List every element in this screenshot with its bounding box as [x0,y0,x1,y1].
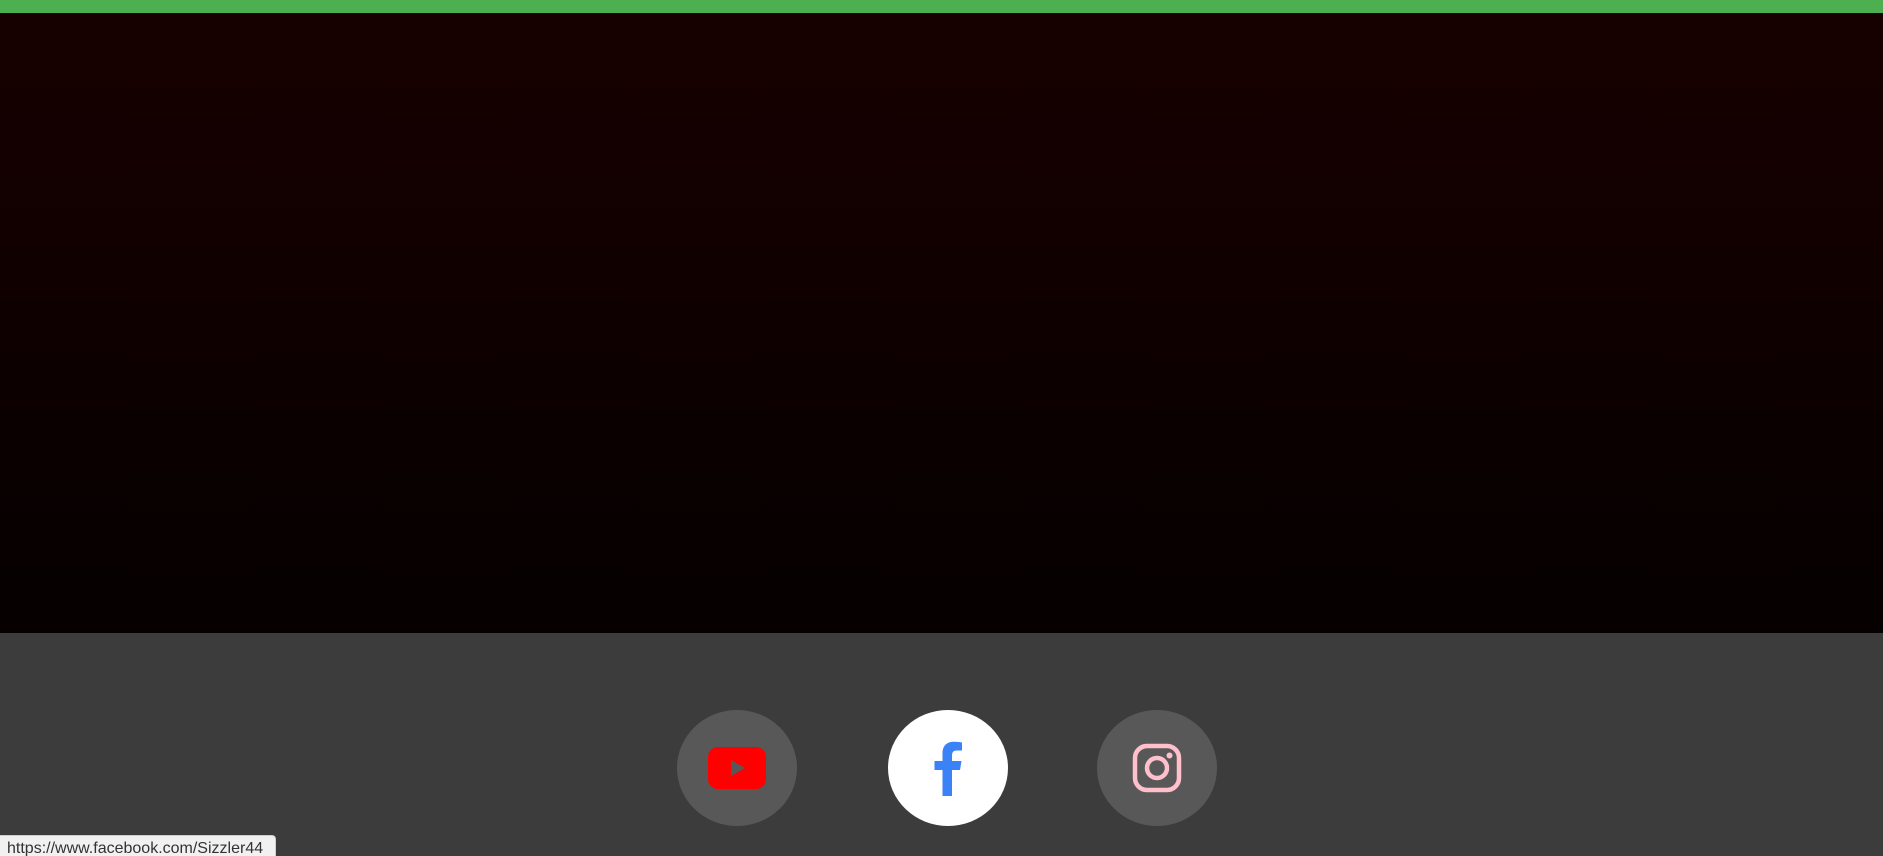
instagram-link[interactable] [1097,710,1217,826]
facebook-link[interactable] [888,710,1008,826]
browser-status-url: https://www.facebook.com/Sizzler44 [0,835,277,856]
youtube-icon [708,747,766,789]
page: https://www.facebook.com/Sizzler44 [0,0,1883,856]
youtube-link[interactable] [677,710,797,826]
instagram-icon [1132,743,1182,793]
social-links [0,710,1883,826]
top-accent-bar [0,0,1883,13]
facebook-icon [933,740,963,796]
hero-banner [0,13,1883,633]
